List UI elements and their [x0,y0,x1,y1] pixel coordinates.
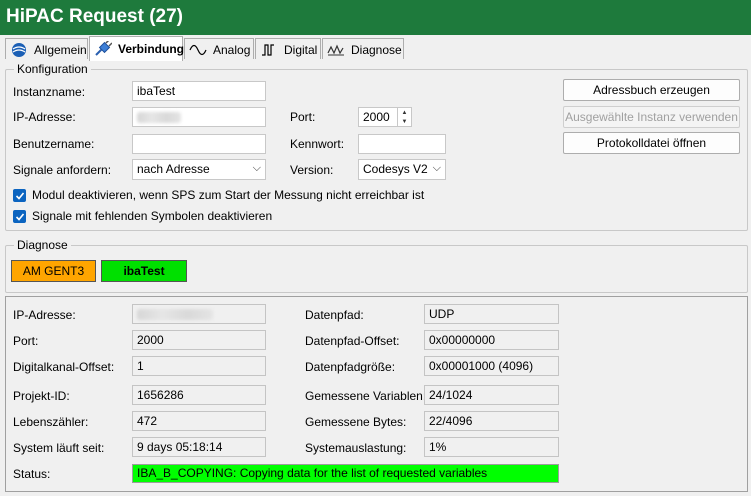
checkmark-icon [15,212,24,221]
chevron-down-icon: ⌵ [432,162,441,174]
diag-project-id-value: 1656286 [132,385,266,405]
tab-digital-label: Digital [284,42,318,57]
diagnose-group-label: Diagnose [14,238,71,252]
diag-uptime-value: 9 days 05:18:14 [132,437,266,457]
password-label: Kennwort: [290,137,345,151]
diag-measured-variables-label: Gemessene Variablen: [305,389,427,403]
use-selected-instance-button[interactable]: Ausgewählte Instanz verwenden [563,106,740,128]
diag-datapath-size-value: 0x00001000 (4096) [424,356,559,376]
version-select[interactable]: Codesys V2 ⌵ [358,159,446,180]
diag-digital-offset-label: Digitalkanal-Offset: [13,360,115,374]
diag-status-value: IBA_B_COPYING: Copying data for the list… [132,464,559,483]
version-select-value: Codesys V2 [363,162,428,176]
diag-uptime-label: System läuft seit: [13,441,105,455]
diag-measured-bytes-label: Gemessene Bytes: [305,415,407,429]
tab-analog-label: Analog [213,42,251,57]
instance-name-input[interactable]: ibaTest [132,81,266,101]
username-label: Benutzername: [13,137,95,151]
diag-datapath-label: Datenpfad: [305,308,364,322]
diag-lifecounter-label: Lebenszähler: [13,415,89,429]
deactivate-missing-symbols-checkbox[interactable] [13,210,26,223]
spin-down-icon[interactable]: ▼ [398,117,411,126]
diag-datapath-offset-label: Datenpfad-Offset: [305,334,400,348]
diag-port-value: 2000 [132,330,266,350]
diag-ip-label: IP-Adresse: [13,308,76,322]
instance-name-label: Instanzname: [13,85,86,99]
plc-status-label: AM GENT3 [22,264,85,278]
diag-port-label: Port: [13,334,39,348]
tab-analog[interactable]: Analog [184,38,254,60]
tab-digital[interactable]: Digital [255,38,321,60]
plug-icon [94,41,112,57]
tab-diagnose[interactable]: Diagnose [322,38,404,60]
tab-content-verbindung: Konfiguration Instanzname: ibaTest IP-Ad… [0,59,751,496]
port-spin-buttons[interactable]: ▲ ▼ [397,108,411,126]
diag-status-label: Status: [13,467,51,481]
diag-measured-variables-value: 24/1024 [424,385,559,405]
diag-measured-bytes-value: 22/4096 [424,411,559,431]
deactivate-missing-symbols-label[interactable]: Signale mit fehlenden Symbolen deaktivie… [32,209,272,223]
open-logfile-button[interactable]: Protokolldatei öffnen [563,132,740,154]
window-title-text: HiPAC Request (27) [6,6,184,27]
instance-status-box[interactable]: ibaTest [101,260,187,282]
port-spinner[interactable]: 2000 ▲ ▼ [358,107,412,127]
version-label: Version: [290,163,334,177]
signals-label: Signale anfordern: [13,163,112,177]
diag-digital-offset-value: 1 [132,356,266,376]
window-title: HiPAC Request (27) [0,0,751,35]
diag-system-load-value: 1% [424,437,559,457]
tab-allgemein-label: Allgemein [34,42,87,57]
redacted-ip [137,112,181,123]
diag-project-id-label: Projekt-ID: [13,389,70,403]
port-value: 2000 [363,110,390,124]
chevron-down-icon: ⌵ [252,162,261,174]
diagnose-icon [327,42,345,58]
diag-datapath-value: UDP [424,304,559,324]
sine-wave-icon [189,42,207,58]
checkmark-icon [15,191,24,200]
signals-select-value: nach Adresse [137,162,210,176]
deactivate-module-label[interactable]: Modul deaktivieren, wenn SPS zum Start d… [32,188,424,202]
diag-datapath-offset-value: 0x00000000 [424,330,559,350]
username-input[interactable] [132,134,266,154]
globe-icon [10,42,28,58]
diag-ip-value [132,304,266,324]
diag-datapath-size-label: Datenpfadgröße: [305,360,396,374]
tab-allgemein[interactable]: Allgemein [5,38,88,60]
deactivate-module-checkbox[interactable] [13,189,26,202]
config-group-label: Konfiguration [14,62,91,76]
spin-up-icon[interactable]: ▲ [398,108,411,117]
create-addressbook-button[interactable]: Adressbuch erzeugen [563,79,740,101]
password-input[interactable] [358,134,446,154]
tab-verbindung-label: Verbindung [118,42,184,56]
ip-address-label: IP-Adresse: [13,110,76,124]
instance-status-label: ibaTest [123,264,165,278]
port-label: Port: [290,110,316,124]
tab-strip: Allgemein Verbindung Analog Digital Diag… [0,35,751,61]
ip-address-input[interactable] [132,107,266,127]
redacted-ip [137,309,213,320]
digital-signal-icon [260,42,278,58]
tab-verbindung[interactable]: Verbindung [89,36,184,61]
diag-system-load-label: Systemauslastung: [305,441,407,455]
signals-select[interactable]: nach Adresse ⌵ [132,159,266,180]
diag-lifecounter-value: 472 [132,411,266,431]
plc-status-box[interactable]: AM GENT3 [11,260,96,282]
tab-diagnose-label: Diagnose [351,42,402,57]
